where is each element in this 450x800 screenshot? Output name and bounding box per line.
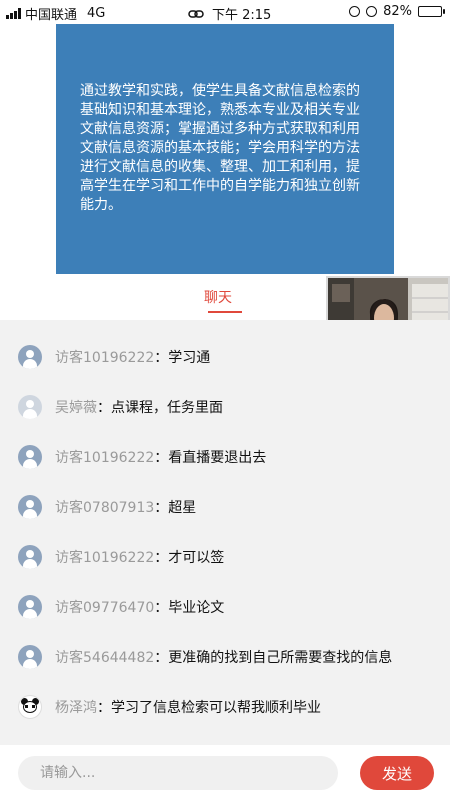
- user-icon: [18, 545, 42, 569]
- user-icon: [18, 445, 42, 469]
- status-left: 中国联通 4G: [6, 4, 105, 23]
- panda-avatar: [18, 695, 42, 719]
- alarm-icon: [366, 6, 378, 17]
- send-button[interactable]: 发送: [360, 756, 434, 790]
- message-text: 更准确的找到自己所需要查找的信息: [168, 650, 393, 666]
- user-icon-light: [18, 395, 42, 419]
- message-colon: ：: [154, 650, 169, 666]
- status-right: 82%: [349, 4, 445, 19]
- message-text: 学习了信息检索可以帮我顺利毕业: [111, 700, 321, 716]
- user-icon: [18, 595, 42, 619]
- sender-name: 访客10196222: [55, 550, 155, 566]
- message-text: 看直播要退出去: [168, 450, 267, 466]
- sender-name: 访客07807913: [55, 500, 155, 516]
- status-bar: 中国联通 4G 下午 2:15 82%: [0, 0, 450, 24]
- message-text: 才可以签: [168, 550, 225, 566]
- chat-message: 访客54644482：更准确的找到自己所需要查找的信息: [18, 644, 392, 670]
- chat-message: 访客09776470：毕业论文: [18, 594, 224, 620]
- slide-text: 通过教学和实践，使学生具备文献信息检索的基础知识和基本理论，熟悉本专业及相关专业…: [80, 83, 360, 213]
- message-colon: ：: [154, 450, 169, 466]
- user-icon: [18, 495, 42, 519]
- user-icon: [18, 645, 42, 669]
- chat-message: 杨泽鸿：学习了信息检索可以帮我顺利毕业: [18, 694, 321, 720]
- signal-icon: [6, 8, 21, 19]
- message-text: 点课程，任务里面: [111, 400, 223, 416]
- message-colon: ：: [154, 550, 169, 566]
- message-colon: ：: [97, 400, 111, 416]
- message-colon: ：: [154, 500, 169, 516]
- tab-chat-underline: [208, 311, 242, 313]
- network-label: 4G: [87, 6, 106, 21]
- location-icon: [349, 6, 361, 17]
- message-colon: ：: [154, 600, 169, 616]
- chat-message: 访客10196222：才可以签: [18, 544, 224, 570]
- battery-icon: [418, 6, 445, 17]
- battery-percent: 82%: [383, 4, 412, 19]
- message-text: 学习通: [168, 350, 211, 366]
- chat-input-bar: 发送: [0, 745, 450, 800]
- chat-message: 访客07807913：超星: [18, 494, 196, 520]
- chat-message: 访客10196222：学习通: [18, 344, 210, 370]
- message-text: 毕业论文: [168, 600, 225, 616]
- chat-message: 访客10196222：看直播要退出去: [18, 444, 266, 470]
- carrier-label: 中国联通: [25, 8, 78, 23]
- message-text: 超星: [168, 500, 197, 516]
- sender-name: 访客54644482: [55, 650, 155, 666]
- sender-name: 访客10196222: [55, 350, 155, 366]
- message-colon: ：: [154, 350, 169, 366]
- sender-name: 吴婷薇: [55, 400, 97, 416]
- message-colon: ：: [97, 700, 111, 716]
- clock-label: 下午 2:15: [212, 8, 272, 23]
- tab-chat[interactable]: 聊天: [204, 287, 232, 307]
- sender-name: 杨泽鸿: [55, 700, 97, 716]
- link-icon: [188, 9, 204, 18]
- presentation-slide: 通过教学和实践，使学生具备文献信息检索的基础知识和基本理论，熟悉本专业及相关专业…: [56, 24, 394, 274]
- chat-message: 吴婷薇：点课程，任务里面: [18, 394, 223, 420]
- chat-message-list[interactable]: 访客10196222：学习通 吴婷薇：点课程，任务里面 访客10196222：看…: [0, 320, 450, 745]
- sender-name: 访客09776470: [55, 600, 155, 616]
- sender-name: 访客10196222: [55, 450, 155, 466]
- chat-input[interactable]: [18, 756, 338, 790]
- user-icon: [18, 345, 42, 369]
- status-center: 下午 2:15: [188, 4, 271, 23]
- live-media-area[interactable]: 通过教学和实践，使学生具备文献信息检索的基础知识和基本理论，熟悉本专业及相关专业…: [0, 24, 450, 278]
